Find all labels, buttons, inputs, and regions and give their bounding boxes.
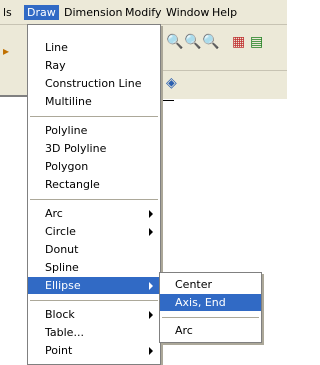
menu-dimension[interactable]: Dimension [61, 5, 125, 20]
menu-separator [30, 199, 158, 200]
left-toolbar: ▸ [0, 25, 27, 95]
menu-item-label: Block [45, 308, 75, 321]
menu-window[interactable]: Window [163, 5, 212, 20]
menu-item-polygon[interactable]: Polygon [28, 158, 160, 175]
toolbar-divider [150, 70, 287, 71]
menu-separator [162, 317, 259, 318]
menu-item-table[interactable]: Table... [28, 324, 160, 341]
submenu-item-center[interactable]: Center [160, 276, 261, 293]
menu-separator [30, 300, 158, 301]
menu-item-label: Circle [45, 225, 76, 238]
divider [0, 95, 27, 97]
menu-draw[interactable]: Draw [24, 5, 59, 20]
zoom-realtime-icon[interactable]: 🔍 [166, 34, 183, 50]
menu-item-3d-polyline[interactable]: 3D Polyline [28, 140, 160, 157]
menu-item-point[interactable]: Point [28, 342, 160, 359]
ellipse-submenu: Center Axis, End Arc [159, 272, 262, 343]
menu-item-circle[interactable]: Circle [28, 223, 160, 240]
crosshair-line [160, 100, 174, 101]
menu-tools-partial[interactable]: ls [0, 5, 15, 20]
menu-item-line[interactable]: Line [28, 39, 160, 56]
menu-item-spline[interactable]: Spline [28, 259, 160, 276]
menu-item-label: Point [45, 344, 73, 357]
menu-item-rectangle[interactable]: Rectangle [28, 176, 160, 193]
menu-item-ellipse[interactable]: Ellipse [28, 277, 160, 294]
zoom-toolbar: 🔍 🔍 🔍 ▦ ▤ ◈ [150, 25, 287, 99]
menu-item-label: Arc [45, 207, 63, 220]
submenu-arrow-icon [149, 311, 153, 319]
arrow-icon[interactable]: ▸ [3, 43, 9, 59]
design-center-icon[interactable]: ▤ [250, 34, 263, 50]
menu-item-ray[interactable]: Ray [28, 57, 160, 74]
menu-modify[interactable]: Modify [122, 5, 164, 20]
menu-help[interactable]: Help [209, 5, 240, 20]
menu-item-arc[interactable]: Arc [28, 205, 160, 222]
submenu-arrow-icon [149, 347, 153, 355]
properties-icon[interactable]: ▦ [232, 34, 245, 50]
menu-item-label: Ellipse [45, 279, 81, 292]
zoom-window-icon[interactable]: 🔍 [184, 34, 201, 50]
menu-separator [30, 116, 158, 117]
menu-item-construction-line[interactable]: Construction Line [28, 75, 160, 92]
submenu-arrow-icon [149, 210, 153, 218]
submenu-item-arc[interactable]: Arc [160, 322, 261, 339]
zoom-previous-icon[interactable]: 🔍 [202, 34, 219, 50]
submenu-arrow-icon [149, 282, 153, 290]
menu-item-block[interactable]: Block [28, 306, 160, 323]
menu-item-polyline[interactable]: Polyline [28, 122, 160, 139]
menu-bar: ls Draw Dimension Modify Window Help [0, 0, 287, 25]
menu-item-multiline[interactable]: Multiline [28, 93, 160, 110]
submenu-item-axis-end[interactable]: Axis, End [160, 294, 261, 311]
draw-dropdown-menu: Line Ray Construction Line Multiline Pol… [27, 24, 161, 365]
layer-icon[interactable]: ◈ [166, 75, 177, 91]
submenu-arrow-icon [149, 228, 153, 236]
menu-item-donut[interactable]: Donut [28, 241, 160, 258]
